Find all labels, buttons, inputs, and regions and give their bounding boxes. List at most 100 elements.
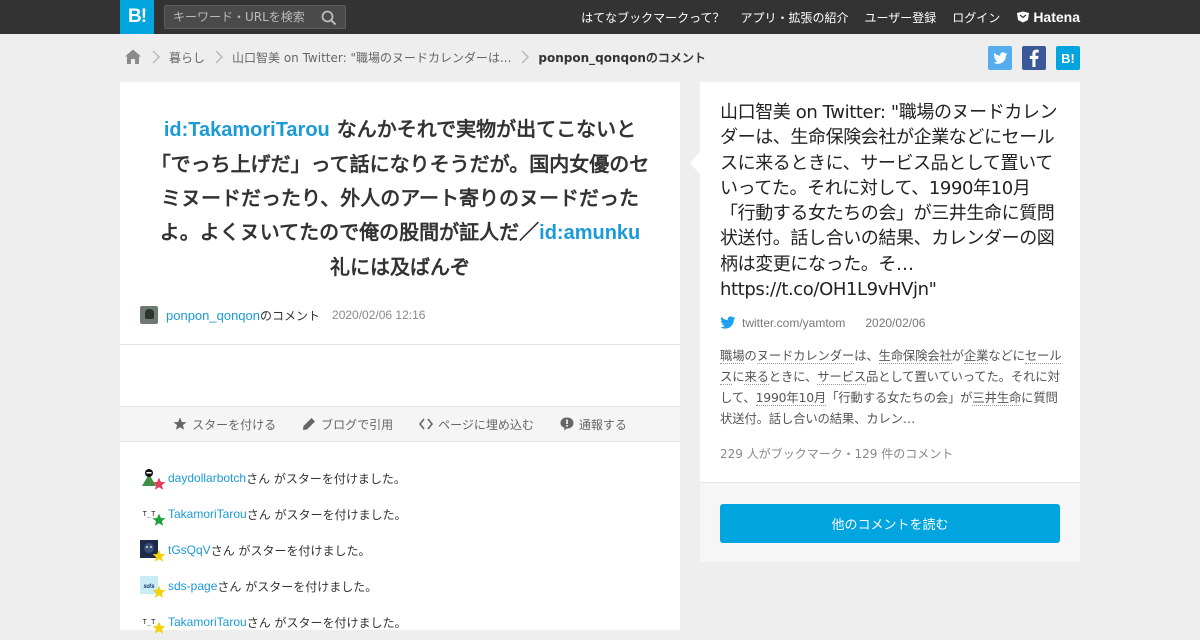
breadcrumb-current: ponpon_qonqonのコメント [538, 50, 706, 65]
home-icon[interactable] [124, 48, 142, 66]
entry-source: twitter.com/yamtom 2020/02/06 [720, 316, 925, 330]
hatena-bookmark-logo[interactable]: B! [120, 0, 154, 34]
star-text: さん がスターを付けました。 [210, 543, 371, 558]
report-icon [560, 417, 574, 431]
excerpt-text: の [744, 348, 757, 363]
chevron-right-icon [152, 50, 161, 64]
keyword-link[interactable]: 企業 [963, 348, 988, 364]
avatar[interactable]: sds [140, 576, 166, 598]
bookmark-counts[interactable]: 229 人がブックマーク・129 件のコメント [720, 445, 953, 462]
excerpt-text: に [732, 369, 745, 384]
keyword-link[interactable]: ヌードカレンダー [756, 348, 854, 364]
add-star-button[interactable]: スターを付ける [173, 416, 276, 433]
share-hatena-button[interactable]: B! [1056, 46, 1080, 70]
comment-user-link[interactable]: ponpon_qonqon [166, 308, 260, 323]
report-button[interactable]: 通報する [560, 416, 627, 433]
star-user-link[interactable]: TakamoriTarou [168, 507, 247, 521]
search-box [164, 5, 346, 29]
comment-user-suffix: のコメント [260, 308, 321, 323]
star-row: sds sds-page さん がスターを付けました。 [140, 568, 407, 604]
entry-card-footer: 他のコメントを読む [700, 482, 1080, 562]
entry-card: 山口智美 on Twitter: "職場のヌードカレンダーは、生命保険会社が企業… [690, 82, 1080, 482]
star-row: T_T TakamoriTarou さん がスターを付けました。 [140, 604, 407, 640]
share-twitter-button[interactable] [988, 46, 1012, 70]
star-text: さん がスターを付けました。 [246, 507, 407, 522]
comment-meta: ponpon_qonqon のコメント 2020/02/06 12:16 [140, 306, 425, 324]
excerpt-text: ときに、 [768, 369, 818, 384]
star-icon [173, 417, 187, 430]
card-pointer [690, 152, 700, 174]
star-row: T_T TakamoriTarou さん がスターを付けました。 [140, 496, 407, 532]
search-icon[interactable] [321, 10, 337, 26]
star-icon [152, 549, 166, 562]
keyword-link[interactable]: 来る [744, 369, 769, 385]
excerpt-text: 「行動する女たちの会」が [826, 390, 973, 405]
star-row: tGsQqV さん がスターを付けました。 [140, 532, 407, 568]
divider [120, 344, 680, 345]
pencil-icon [303, 418, 316, 430]
nav-apps[interactable]: アプリ・拡張の紹介 [741, 9, 849, 26]
keyword-link[interactable]: 三井生命 [972, 390, 1021, 406]
code-icon [419, 418, 434, 430]
chevron-right-icon [215, 50, 224, 64]
excerpt-text: が [951, 348, 964, 363]
keyword-link[interactable]: 1990年10月 [755, 390, 826, 406]
read-more-comments-button[interactable]: 他のコメントを読む [720, 504, 1060, 543]
embed-label: ページに埋め込む [438, 417, 534, 432]
twitter-icon [720, 316, 736, 329]
keyword-link[interactable]: サービス [817, 369, 866, 385]
star-icon [152, 513, 166, 526]
twitter-icon [992, 51, 1007, 64]
breadcrumb: 暮らし 山口智美 on Twitter: "職場のヌードカレンダーは... po… [124, 46, 706, 68]
avatar[interactable] [140, 306, 158, 324]
breadcrumb-category[interactable]: 暮らし [169, 49, 205, 66]
avatar[interactable] [140, 540, 166, 562]
star-user-link[interactable]: tGsQqV [168, 543, 211, 557]
star-user-link[interactable]: daydollarbotch [168, 471, 246, 485]
hatena-brand-text: Hatena [1033, 9, 1080, 25]
share-buttons: B! [978, 46, 1080, 70]
embed-button[interactable]: ページに埋め込む [419, 416, 534, 433]
star-text: さん がスターを付けました。 [217, 579, 378, 594]
comment-text: 礼には及ばんぞ [330, 255, 470, 279]
hatena-logo-icon [1017, 11, 1030, 23]
keyword-link[interactable]: 職場 [720, 348, 745, 364]
entry-excerpt: 職場のヌードカレンダーは、生命保険会社が企業などにセールスに来るときに、サービス… [720, 345, 1062, 429]
avatar[interactable]: T_T [140, 504, 166, 526]
share-facebook-button[interactable] [1022, 46, 1046, 70]
star-text: さん がスターを付けました。 [246, 471, 406, 486]
comment-body: id:TakamoriTarou なんかそれで実物が出てこないと「でっち上げだ」… [150, 112, 650, 284]
star-user-link[interactable]: TakamoriTarou [168, 615, 247, 629]
keyword-link[interactable]: 生命保険会社 [878, 348, 952, 364]
excerpt-text: などに [988, 348, 1025, 363]
star-icon [152, 621, 166, 634]
entry-source-link[interactable]: twitter.com/yamtom [742, 316, 845, 330]
star-icon [152, 477, 166, 490]
blog-quote-button[interactable]: ブログで引用 [302, 416, 393, 433]
facebook-icon [1029, 49, 1039, 67]
star-list: daydollarbotch さん がスターを付けました。 T_T Takamo… [140, 460, 407, 640]
nav-about[interactable]: はてなブックマークって？ [581, 9, 724, 26]
star-icon [152, 585, 166, 598]
comment-timestamp[interactable]: 2020/02/06 12:16 [332, 308, 425, 322]
entry-date: 2020/02/06 [865, 316, 926, 330]
avatar[interactable]: T_T [140, 612, 166, 634]
entry-title-link[interactable]: 山口智美 on Twitter: "職場のヌードカレンダーは、生命保険会社が企業… [720, 100, 1062, 302]
star-user-link[interactable]: sds-page [168, 579, 217, 593]
global-nav: はてなブックマークって？ アプリ・拡張の紹介 ユーザー登録 ログイン Haten… [565, 0, 1080, 34]
chevron-right-icon [521, 50, 530, 64]
nav-register[interactable]: ユーザー登録 [865, 9, 937, 26]
blog-quote-label: ブログで引用 [321, 417, 394, 432]
breadcrumb-entry[interactable]: 山口智美 on Twitter: "職場のヌードカレンダーは... [232, 49, 511, 66]
nav-login[interactable]: ログイン [952, 9, 1000, 26]
mention-link[interactable]: id:TakamoriTarou [164, 119, 330, 141]
hatena-brand-link[interactable]: Hatena [1016, 9, 1080, 25]
mention-link[interactable]: id:amunku [539, 222, 640, 244]
search-input[interactable] [165, 6, 315, 28]
report-label: 通報する [578, 417, 627, 432]
global-header: B! はてなブックマークって？ アプリ・拡張の紹介 ユーザー登録 ログイン Ha… [0, 0, 1200, 34]
action-bar: スターを付ける ブログで引用 ページに埋め込む 通報する [120, 406, 680, 442]
avatar[interactable] [140, 468, 166, 490]
star-row: daydollarbotch さん がスターを付けました。 [140, 460, 407, 496]
comment-card: id:TakamoriTarou なんかそれで実物が出てこないと「でっち上げだ」… [120, 82, 680, 634]
